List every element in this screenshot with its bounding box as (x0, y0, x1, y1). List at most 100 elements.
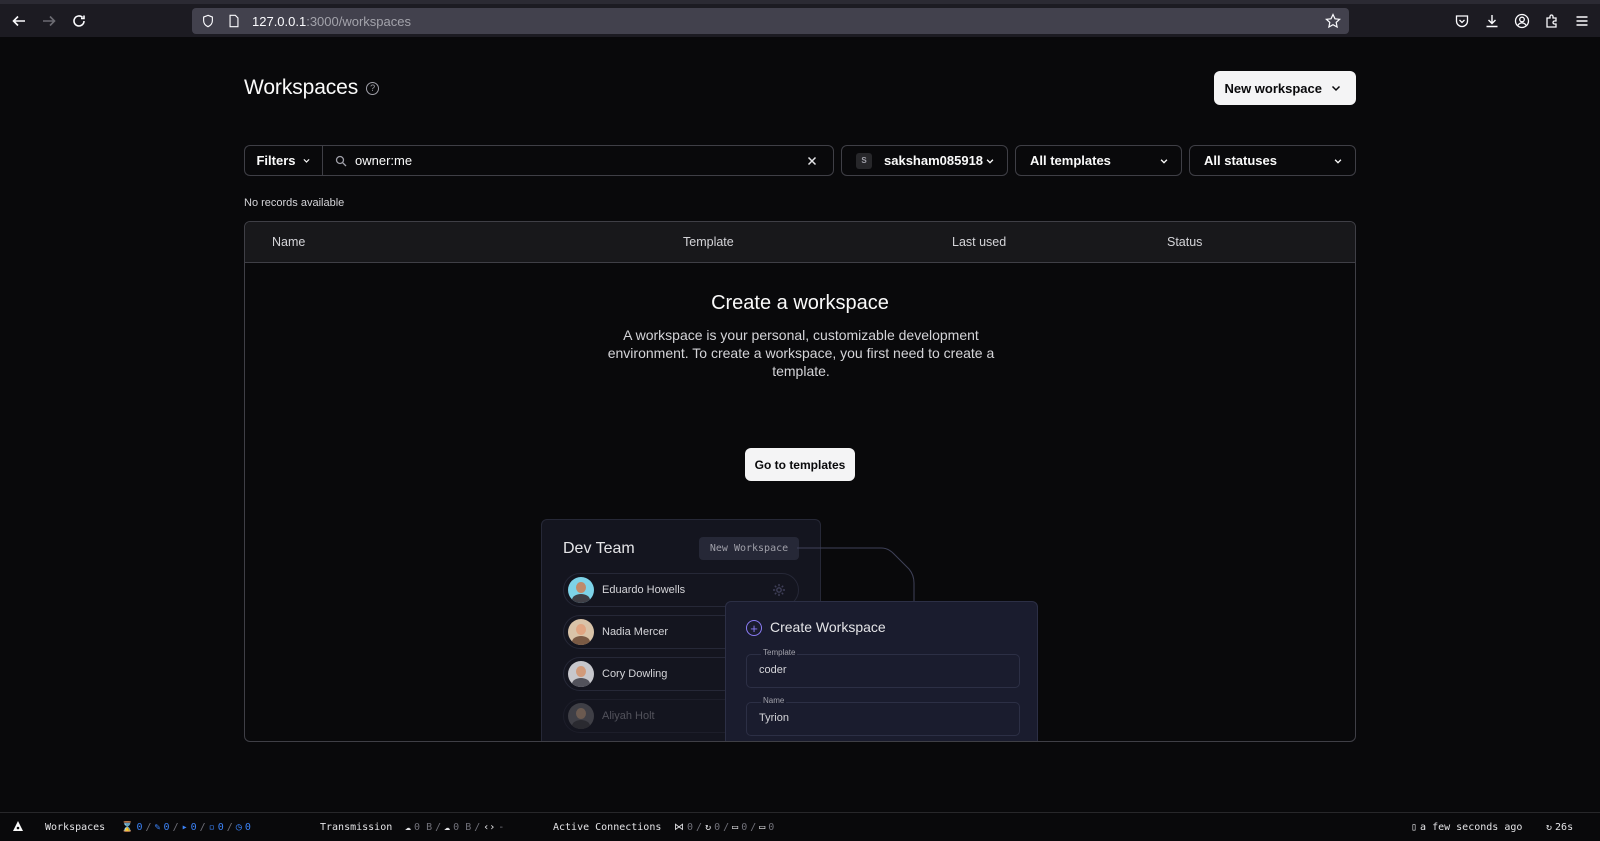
connection-counts: ⋈ 0 / ↻ 0 / ▭ 0 / ▭ 0 (674, 822, 775, 833)
user-avatar: S (856, 152, 872, 169)
transmission-label: Transmission (320, 822, 393, 833)
account-icon[interactable] (1512, 8, 1532, 34)
workspaces-table: Name Template Last used Status Create a … (244, 221, 1356, 742)
team-title: Dev Team (563, 540, 635, 557)
filter-row: Filters S saksham085918 All templates Al… (244, 145, 1356, 176)
page-icon[interactable] (226, 13, 242, 29)
chevron-down-icon (1331, 85, 1341, 92)
transmission-values: ☁ 0 B / ☁ 0 B / ‹› - (405, 822, 505, 833)
connector-line (797, 547, 915, 603)
page-title: Workspaces (244, 76, 359, 99)
count: 0 (687, 822, 694, 833)
search-field (322, 145, 834, 176)
latency-value: - (498, 822, 505, 833)
no-records-text: No records available (244, 197, 345, 209)
count: 0 (244, 822, 251, 833)
column-header-status[interactable]: Status (1167, 235, 1202, 249)
download-value: 0 B (453, 822, 472, 833)
refresh-icon: ↻ (705, 822, 712, 833)
play-icon: ▸ (181, 822, 188, 833)
vscode-icon: ⋈ (674, 822, 684, 833)
active-connections-status: Active Connections (553, 822, 661, 833)
help-icon[interactable]: ? (366, 81, 380, 95)
template-field-value: coder (759, 664, 787, 676)
status-bar: Workspaces ⌛ 0 / ✎ 0 / ▸ 0 / ▫ 0 / ◷ 0 Transm… (0, 812, 1600, 841)
running-icon: ⌛ (121, 822, 134, 833)
coder-logo-icon[interactable] (12, 820, 24, 832)
template-field-label: Template (761, 648, 798, 657)
name-field-label: Name (761, 696, 787, 705)
workspaces-status-label: Workspaces (45, 822, 106, 833)
extensions-icon[interactable] (1542, 8, 1562, 34)
status-filter-dropdown[interactable]: All statuses (1189, 145, 1356, 176)
document-icon: ▯ (1411, 822, 1418, 833)
avatar (568, 619, 594, 645)
page-header: Workspaces ? New workspace (244, 71, 1356, 105)
member-name: Eduardo Howells (602, 584, 686, 596)
last-updated: ▯ a few seconds ago (1411, 822, 1522, 833)
shield-icon[interactable] (200, 13, 216, 29)
name-field: Name Tyrion (746, 696, 1020, 736)
download-icon: ☁ (444, 822, 451, 833)
workspace-counts: ⌛ 0 / ✎ 0 / ▸ 0 / ▫ 0 / ◷ 0 (121, 822, 251, 833)
count: 0 (741, 822, 748, 833)
search-icon (335, 155, 347, 166)
back-icon[interactable] (4, 6, 34, 36)
column-header-template[interactable]: Template (683, 235, 734, 249)
refresh-icon: ↻ (1546, 822, 1553, 833)
template-filter-dropdown[interactable]: All templates (1015, 145, 1182, 176)
new-workspace-chip: New Workspace (699, 537, 799, 560)
new-workspace-button[interactable]: New workspace (1214, 71, 1356, 105)
code-icon: ‹› (483, 822, 496, 833)
refresh-timer[interactable]: ↻ 26s (1546, 822, 1573, 833)
url-bar[interactable]: 127.0.0.1:3000/workspaces (192, 8, 1349, 34)
table-header: Name Template Last used Status (245, 222, 1355, 263)
go-to-templates-button[interactable]: Go to templates (745, 448, 855, 481)
bookmark-star-icon[interactable] (1325, 13, 1341, 29)
workspaces-status[interactable]: Workspaces (45, 822, 105, 833)
reload-icon[interactable] (64, 6, 94, 36)
create-workspace-title: Create Workspace (770, 619, 886, 635)
chevron-down-icon (986, 159, 994, 164)
user-filter-label: saksham085918 (884, 153, 984, 168)
member-name: Aliyah Holt (602, 710, 655, 722)
chevron-down-icon (1334, 159, 1342, 164)
wrench-icon: ✎ (154, 822, 161, 833)
clock-icon: ◷ (235, 822, 242, 833)
status-filter-label: All statuses (1204, 153, 1277, 168)
terminal-icon: ▭ (732, 822, 739, 833)
member-name: Cory Dowling (602, 668, 668, 680)
transmission-status: Transmission (320, 822, 392, 833)
column-header-last-used[interactable]: Last used (952, 235, 1006, 249)
clear-search-icon[interactable] (805, 154, 819, 168)
count: 0 (163, 822, 170, 833)
filters-button[interactable]: Filters (244, 145, 322, 176)
stop-icon: ▫ (208, 822, 215, 833)
column-header-name[interactable]: Name (272, 235, 305, 249)
pocket-icon[interactable] (1452, 8, 1472, 34)
count: 0 (190, 822, 197, 833)
chevron-down-icon (302, 158, 310, 163)
avatar (568, 577, 594, 603)
url-path: :3000/workspaces (306, 13, 411, 29)
last-updated-value: a few seconds ago (1420, 822, 1523, 833)
avatar (568, 703, 594, 729)
active-connections-label: Active Connections (553, 822, 662, 833)
filters-label: Filters (256, 153, 296, 168)
window-icon: ▭ (759, 822, 766, 833)
count: 0 (217, 822, 224, 833)
member-name: Nadia Mercer (602, 626, 669, 638)
gear-icon (773, 584, 785, 596)
upload-icon: ☁ (405, 822, 412, 833)
empty-state-title: Create a workspace (711, 292, 889, 314)
empty-state-illustration: Dev Team New Workspace Eduardo Howells N… (541, 519, 1051, 741)
count: 0 (714, 822, 721, 833)
name-field-value: Tyrion (759, 712, 789, 724)
download-icon[interactable] (1482, 8, 1502, 34)
count: 0 (768, 822, 775, 833)
forward-icon[interactable] (34, 6, 64, 36)
browser-tools (1452, 8, 1592, 34)
user-filter-dropdown[interactable]: S saksham085918 (841, 145, 1008, 176)
search-input[interactable] (355, 153, 795, 168)
menu-icon[interactable] (1572, 8, 1592, 34)
